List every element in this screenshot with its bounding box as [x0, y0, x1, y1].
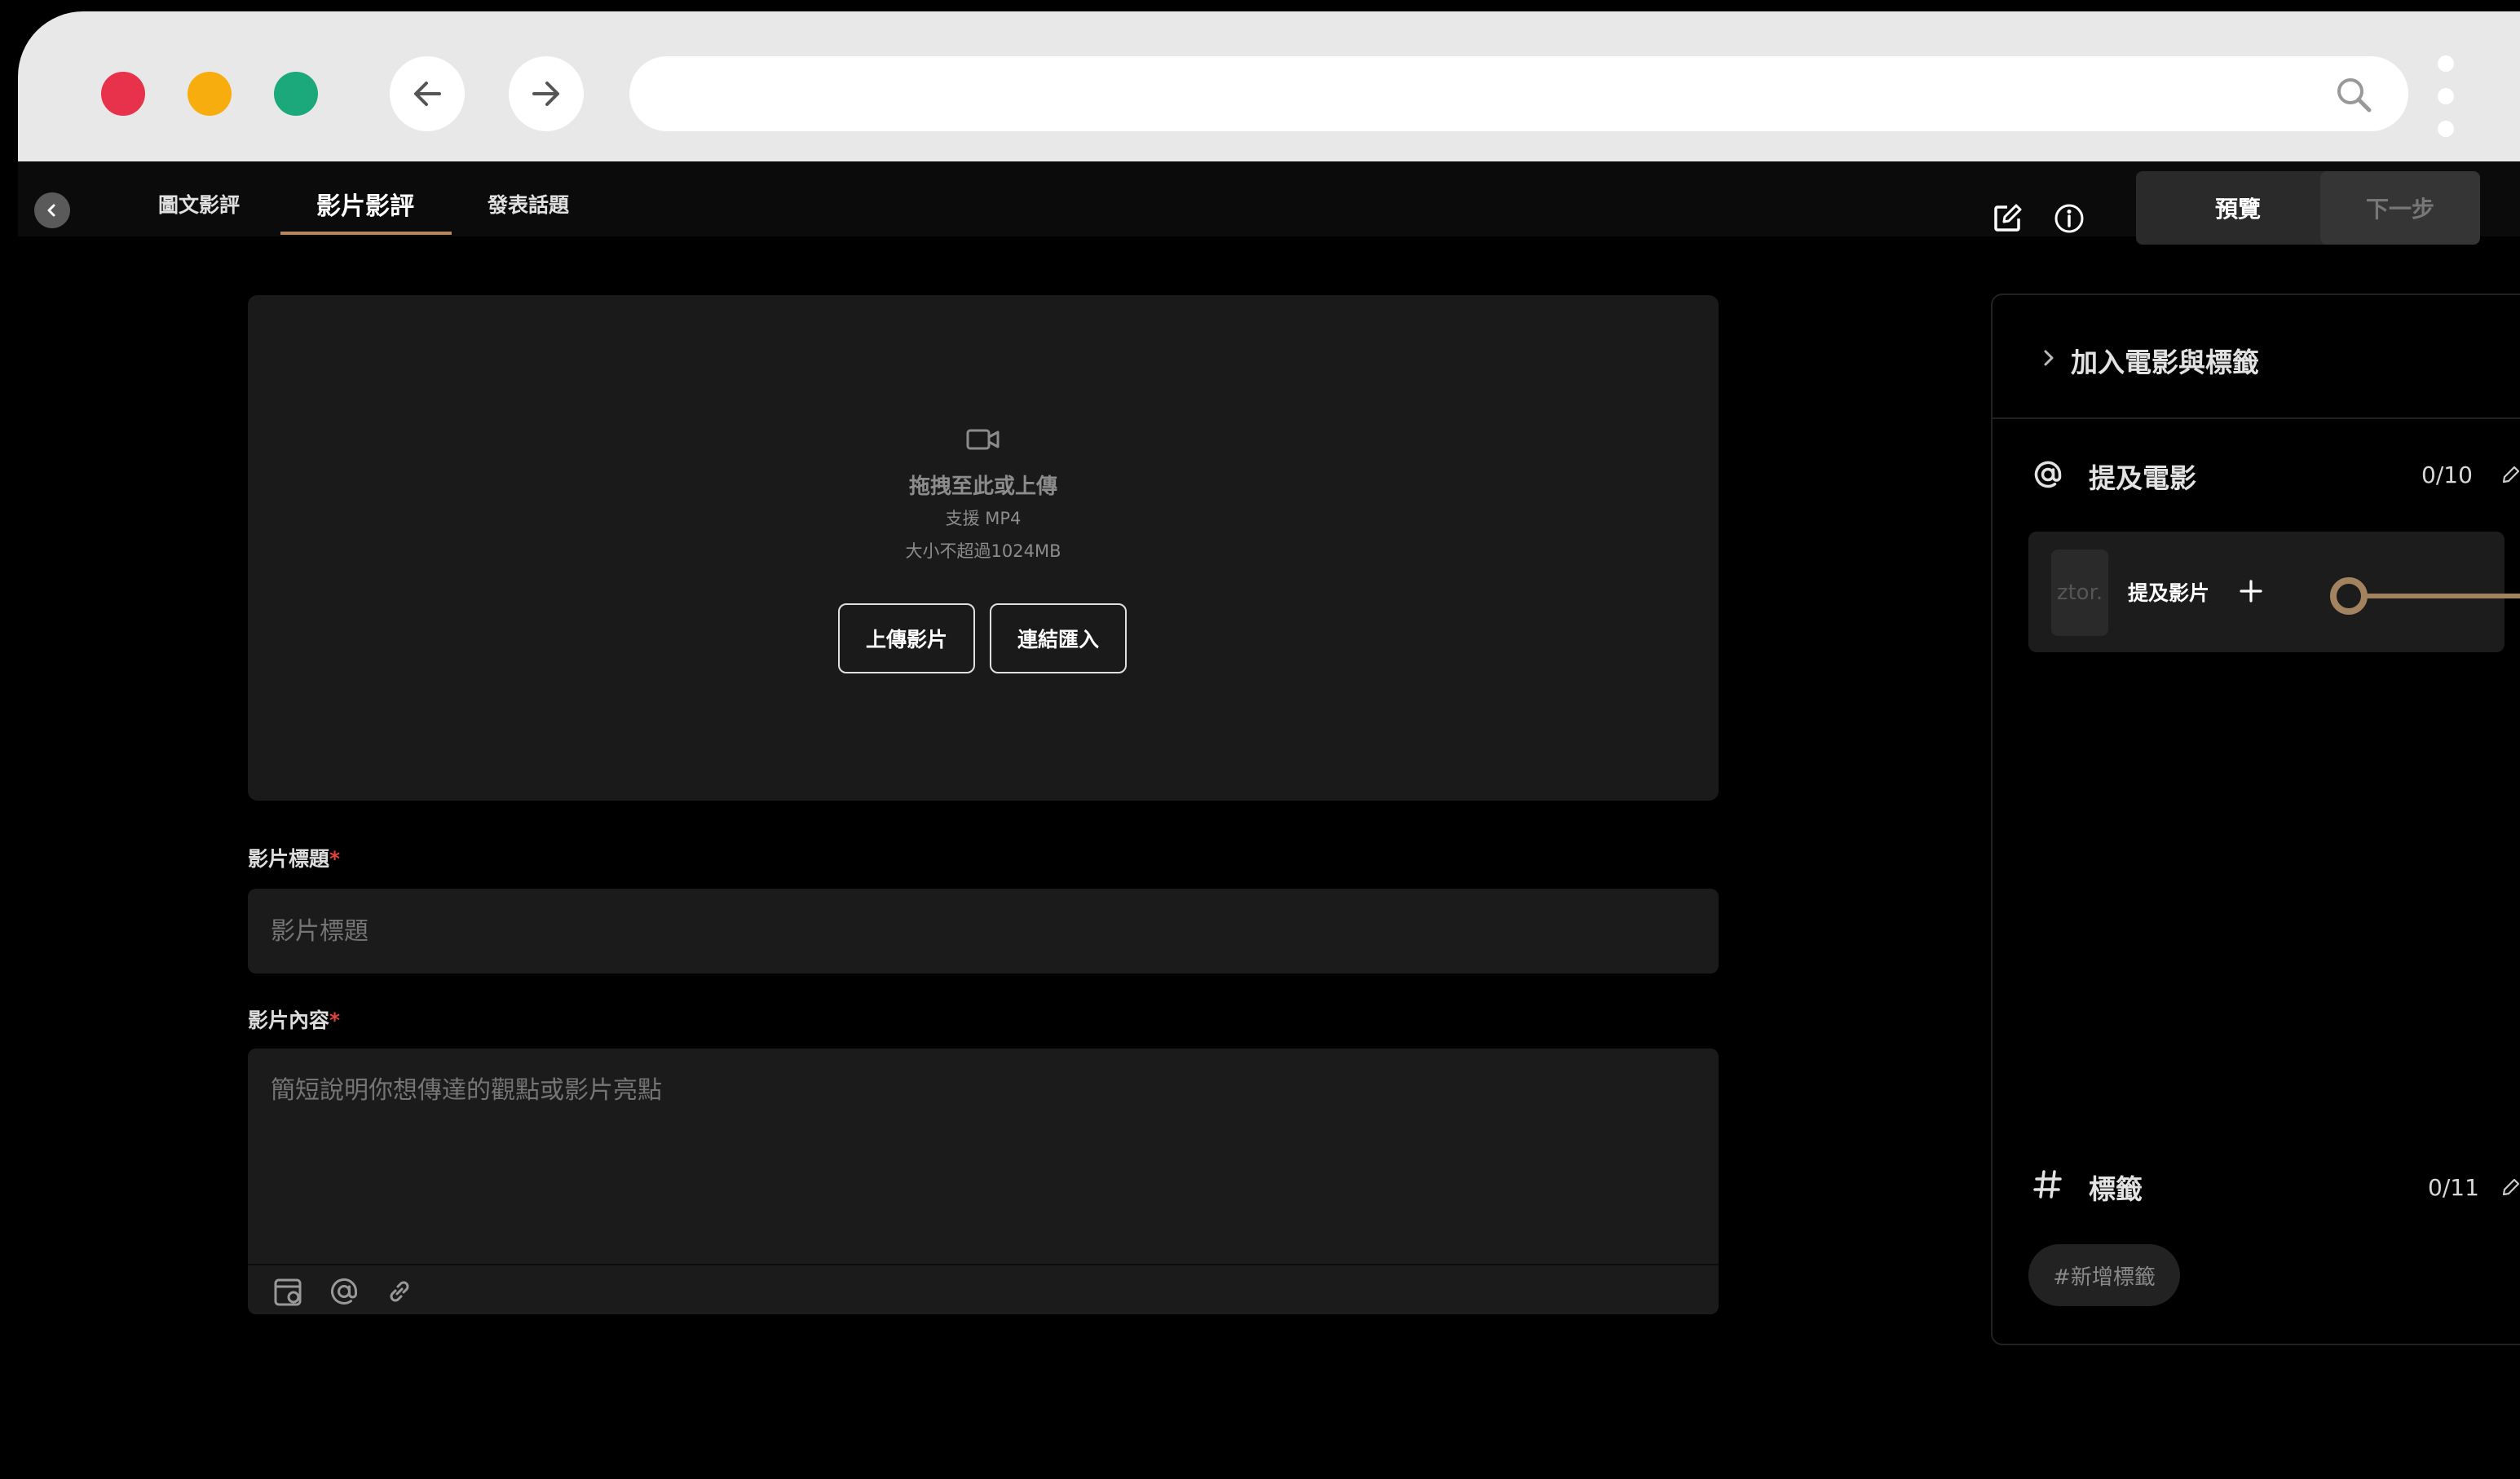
chevron-right-icon[interactable]	[2040, 346, 2058, 370]
info-icon[interactable]	[2053, 202, 2085, 235]
format-hint: 支援 MP4	[945, 509, 1022, 528]
tags-title: 標籤	[2089, 1173, 2143, 1205]
edit-note-icon[interactable]	[1991, 202, 2024, 235]
app-content: 圖文影評 影片影評 發表話題 預覽 下一步 拖拽至此或上傳 支援 MP4 大小不…	[18, 161, 2520, 1479]
mention-movie-card[interactable]: ztor. 提及影片	[2028, 532, 2520, 652]
movie-thumbnail: ztor.	[2051, 550, 2108, 636]
browser-menu-button[interactable]	[2430, 52, 2462, 142]
mention-video-label: 提及影片	[2128, 581, 2210, 605]
browser-toolbar	[18, 11, 2520, 161]
arrow-left-icon	[414, 82, 441, 106]
mention-movie-title: 提及電影	[2089, 462, 2196, 494]
forward-button[interactable]	[509, 56, 584, 131]
active-tab-indicator	[280, 232, 452, 235]
tags-count: 0/11	[2428, 1174, 2479, 1201]
required-mark: *	[329, 1009, 341, 1032]
insert-image-icon[interactable]	[272, 1275, 305, 1308]
size-limit-hint: 大小不超過1024MB	[905, 541, 1061, 561]
drag-upload-hint: 拖拽至此或上傳	[908, 475, 1057, 499]
video-content-textarea[interactable]	[248, 1049, 1719, 1314]
kebab-dot	[2438, 55, 2454, 72]
editor-toolbar-divider	[248, 1264, 1719, 1265]
kebab-dot	[2438, 88, 2454, 104]
tab-photo-review[interactable]: 圖文影評	[158, 189, 240, 219]
video-camera-icon	[966, 429, 1000, 450]
panel-divider	[1993, 417, 2520, 419]
maximize-window-button[interactable]	[274, 72, 318, 116]
arrow-right-icon	[532, 82, 559, 106]
collapse-button[interactable]	[34, 192, 70, 228]
address-bar[interactable]	[629, 56, 2408, 131]
next-step-button[interactable]: 下一步	[2320, 171, 2480, 245]
required-mark: *	[329, 847, 341, 871]
slider-handle[interactable]	[2330, 577, 2368, 615]
mention-count: 0/10	[2421, 461, 2473, 488]
preview-button[interactable]: 預覽	[2136, 171, 2340, 245]
video-content-label: 影片內容*	[248, 1009, 341, 1032]
upload-video-button[interactable]: 上傳影片	[838, 603, 975, 673]
movie-tag-panel: 加入電影與標籤 提及電影 0/10 ztor. 提及影片 標籤 0/11 #新增…	[1991, 294, 2520, 1345]
minimize-window-button[interactable]	[188, 72, 232, 116]
top-navigation: 圖文影評 影片影評 發表話題 預覽 下一步	[18, 161, 2520, 245]
search-icon[interactable]	[2333, 74, 2374, 115]
slider-track	[2364, 594, 2520, 598]
hashtag-icon	[2033, 1170, 2062, 1199]
video-drop-zone[interactable]: 拖拽至此或上傳 支援 MP4 大小不超過1024MB 上傳影片 連結匯入	[248, 295, 1719, 801]
pencil-icon[interactable]	[2500, 1176, 2520, 1199]
kebab-dot	[2438, 121, 2454, 137]
panel-section-title[interactable]: 加入電影與標籤	[2071, 341, 2259, 380]
pencil-icon[interactable]	[2500, 463, 2520, 486]
mention-at-icon[interactable]	[328, 1275, 360, 1308]
link-icon[interactable]	[383, 1275, 416, 1308]
video-title-input[interactable]	[248, 889, 1719, 973]
tab-video-review[interactable]: 影片影評	[316, 186, 414, 222]
plus-icon[interactable]	[2237, 577, 2265, 605]
video-title-label: 影片標題*	[248, 847, 341, 871]
add-tag-button[interactable]: #新增標籤	[2028, 1244, 2180, 1306]
back-button[interactable]	[390, 56, 465, 131]
link-import-button[interactable]: 連結匯入	[990, 603, 1127, 673]
browser-window: 圖文影評 影片影評 發表話題 預覽 下一步 拖拽至此或上傳 支援 MP4 大小不…	[18, 11, 2520, 1479]
chevron-left-icon	[47, 204, 55, 217]
at-sign-icon	[2034, 461, 2062, 488]
close-window-button[interactable]	[101, 72, 145, 116]
tab-post-topic[interactable]: 發表話題	[488, 189, 569, 219]
